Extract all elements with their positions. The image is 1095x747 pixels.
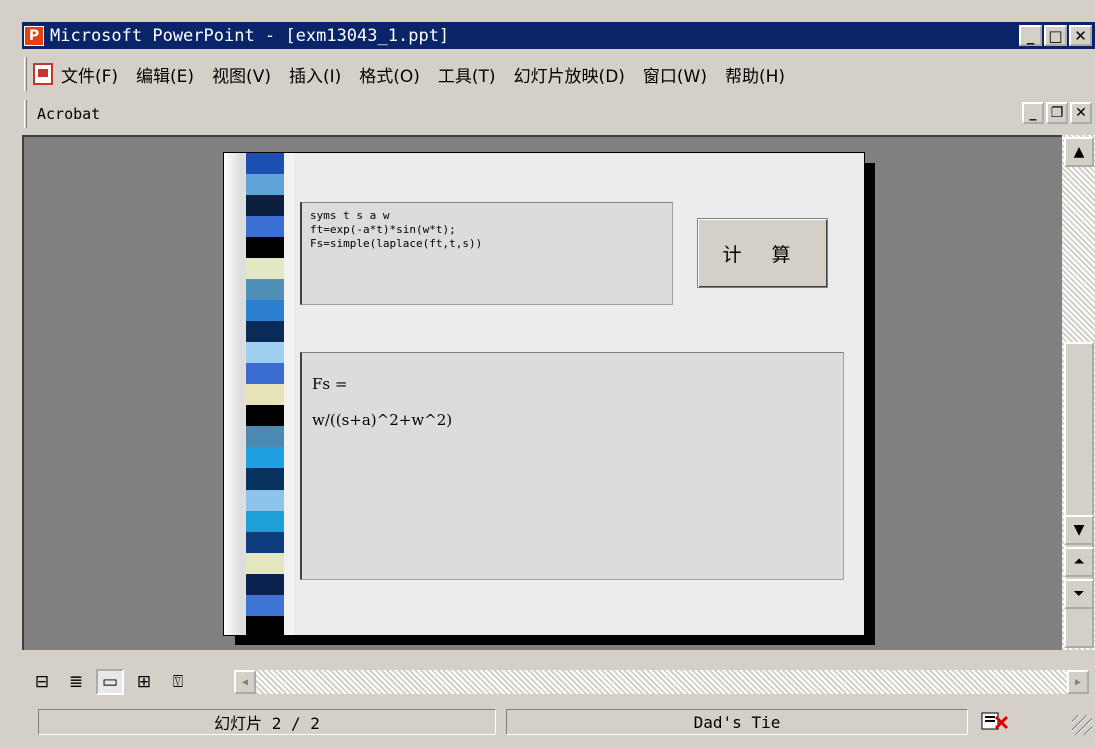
tie-stripe (246, 531, 284, 553)
view-toolbar: ⊟ ≣ ▭ ⊞ ⍔ ◀ ▶ (22, 666, 1095, 698)
horizontal-scrollbar[interactable]: ◀ ▶ (234, 670, 1089, 694)
tie-stripe (246, 300, 284, 322)
tie-stripe (246, 153, 284, 175)
tie-stripe (246, 279, 284, 301)
resize-grip[interactable] (1072, 715, 1092, 735)
code-textbox[interactable]: syms t s a w ft=exp(-a*t)*sin(w*t); Fs=s… (300, 202, 673, 305)
menu-help[interactable]: 帮助(H) (725, 62, 785, 87)
normal-view-button[interactable]: ⊟ (28, 669, 56, 695)
document-window-controls: _ ❐ ✕ (1022, 102, 1092, 124)
code-line: syms t s a w (310, 209, 390, 222)
code-line: Fs=simple(laplace(ft,t,s)) (310, 237, 483, 250)
tie-stripe-graphic (246, 153, 284, 635)
menu-bar: 文件(F) 编辑(E) 视图(V) 插入(I) 格式(O) 工具(T) 幻灯片放… (22, 54, 1095, 94)
acrobat-toolbar-grip[interactable] (24, 100, 27, 128)
scroll-down-button[interactable]: ▼ (1064, 515, 1094, 545)
doc-restore-button[interactable]: ❐ (1046, 102, 1068, 124)
slide-show-view-button[interactable]: ⍔ (164, 669, 192, 695)
close-button[interactable]: ✕ (1069, 25, 1092, 46)
window-controls: _ □ ✕ (1019, 25, 1092, 46)
tie-stripe (246, 426, 284, 448)
menu-window[interactable]: 窗口(W) (643, 62, 707, 87)
doc-minimize-button[interactable]: _ (1022, 102, 1044, 124)
minimize-button[interactable]: _ (1019, 25, 1042, 46)
tie-stripe (246, 321, 284, 343)
tie-stripe (246, 216, 284, 238)
double-up-icon: ⏶ (1073, 554, 1085, 570)
tie-stripe (246, 342, 284, 364)
tie-stripe (246, 405, 284, 427)
powerpoint-window: P Microsoft PowerPoint - [exm13043_1.ppt… (0, 0, 1095, 747)
acrobat-menu[interactable]: Acrobat (37, 105, 100, 123)
next-slide-button[interactable]: ⏷ (1064, 579, 1094, 609)
menu-format[interactable]: 格式(O) (359, 62, 420, 87)
scroll-left-button[interactable]: ◀ (234, 670, 256, 694)
menu-file[interactable]: 文件(F) (61, 62, 118, 87)
doc-close-button[interactable]: ✕ (1070, 102, 1092, 124)
slide-canvas[interactable]: syms t s a w ft=exp(-a*t)*sin(w*t); Fs=s… (223, 152, 865, 636)
window-title: Microsoft PowerPoint - [exm13043_1.ppt] (50, 25, 450, 46)
tie-stripe (246, 237, 284, 259)
tie-stripe (246, 468, 284, 490)
slide-view-button[interactable]: ▭ (96, 669, 124, 695)
slide-sorter-view-button[interactable]: ⊞ (130, 669, 158, 695)
scroll-up-button[interactable]: ▲ (1064, 137, 1094, 167)
result-line: Fs = (312, 375, 348, 393)
tie-stripe (246, 447, 284, 469)
outline-view-button[interactable]: ≣ (62, 669, 90, 695)
tie-stripe (246, 552, 284, 574)
menu-slideshow[interactable]: 幻灯片放映(D) (514, 62, 625, 87)
menu-insert[interactable]: 插入(I) (289, 62, 341, 87)
tie-stripe (246, 363, 284, 385)
menu-edit[interactable]: 编辑(E) (136, 62, 194, 87)
tie-stripe (246, 384, 284, 406)
slide-count-status: 幻灯片 2 / 2 (38, 709, 496, 735)
spelling-check-icon[interactable] (977, 709, 1013, 735)
arrow-left-icon: ◀ (241, 676, 249, 688)
title-bar[interactable]: P Microsoft PowerPoint - [exm13043_1.ppt… (22, 22, 1095, 49)
result-textbox[interactable]: Fs = w/((s+a)^2+w^2) (300, 352, 844, 580)
status-bar: 幻灯片 2 / 2 Dad's Tie (22, 707, 1095, 737)
toolbar-grip[interactable] (24, 57, 27, 91)
menu-tools[interactable]: 工具(T) (438, 62, 496, 87)
calculate-button[interactable]: 计 算 (697, 218, 828, 288)
document-icon[interactable] (33, 63, 53, 85)
menu-view[interactable]: 视图(V) (212, 62, 271, 87)
code-line: ft=exp(-a*t)*sin(w*t); (310, 223, 456, 236)
tie-stripe (246, 195, 284, 217)
previous-slide-button[interactable]: ⏶ (1064, 547, 1094, 577)
result-line: w/((s+a)^2+w^2) (312, 411, 453, 429)
tie-stripe (246, 510, 284, 532)
tie-stripe (246, 573, 284, 595)
acrobat-toolbar: Acrobat _ ❐ ✕ (22, 97, 1095, 131)
vertical-scrollbar[interactable]: ▲ ▼ ⏶ ⏷ (1062, 135, 1095, 650)
maximize-button[interactable]: □ (1044, 25, 1067, 46)
arrow-down-icon: ▼ (1073, 522, 1085, 538)
powerpoint-app-icon[interactable]: P (24, 25, 44, 46)
tie-stripe (246, 594, 284, 616)
arrow-right-icon: ▶ (1074, 676, 1082, 688)
tie-stripe (246, 174, 284, 196)
arrow-up-icon: ▲ (1073, 144, 1085, 160)
tie-stripe (246, 489, 284, 511)
design-template-status[interactable]: Dad's Tie (506, 709, 968, 735)
tie-stripe (246, 258, 284, 280)
scroll-right-button[interactable]: ▶ (1067, 670, 1089, 694)
double-down-icon: ⏷ (1073, 586, 1085, 602)
tie-stripe (246, 615, 284, 635)
